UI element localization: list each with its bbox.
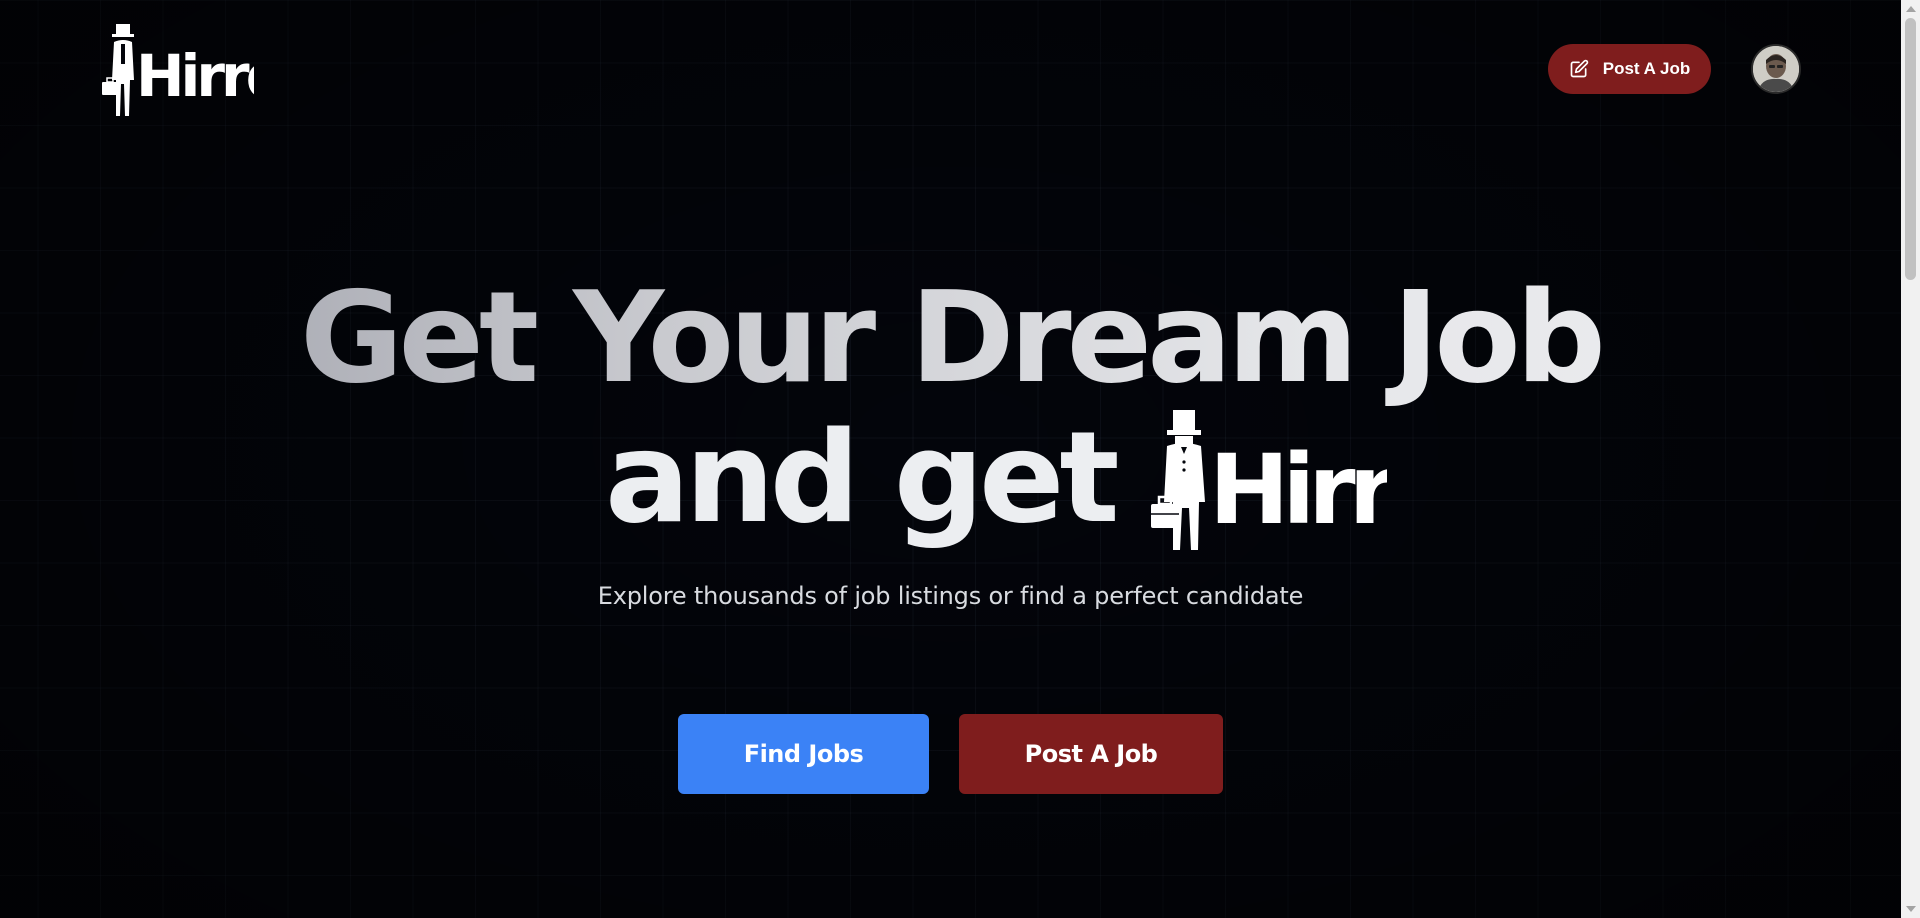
- chevron-up-icon[interactable]: [1906, 6, 1916, 12]
- hirrd-logo: Hirrd: [102, 24, 287, 116]
- avatar-photo: [1753, 46, 1799, 92]
- svg-text:Hirrd: Hirrd: [136, 42, 254, 110]
- hero-logo-text: Hirrd: [1209, 434, 1387, 546]
- header-post-job-label: Post A Job: [1602, 59, 1691, 78]
- logo-link[interactable]: Hirrd: [102, 20, 287, 118]
- hero-subtitle: Explore thousands of job listings or fin…: [597, 582, 1304, 610]
- headline-line-2-text: and get: [605, 404, 1120, 551]
- landing-page: Hirrd Post A Job Get Your Dream Job and …: [0, 0, 1901, 918]
- header-post-job-button[interactable]: Post A Job: [1548, 44, 1711, 94]
- user-avatar[interactable]: [1751, 44, 1801, 94]
- page-scrollbar[interactable]: [1901, 0, 1920, 918]
- headline-line-1: Get Your Dream Job: [0, 268, 1901, 408]
- hero-headline: Get Your Dream Job and get Hirrd: [0, 268, 1901, 550]
- chevron-down-icon[interactable]: [1906, 906, 1916, 912]
- scrollbar-thumb[interactable]: [1905, 18, 1916, 280]
- hero-hirrd-logo: Hirrd: [1150, 410, 1387, 550]
- post-job-button[interactable]: Post A Job: [959, 714, 1223, 794]
- headline-line-2: and get Hirrd: [605, 404, 1387, 551]
- find-jobs-button[interactable]: Find Jobs: [678, 714, 929, 794]
- pencil-square-icon: [1569, 59, 1589, 79]
